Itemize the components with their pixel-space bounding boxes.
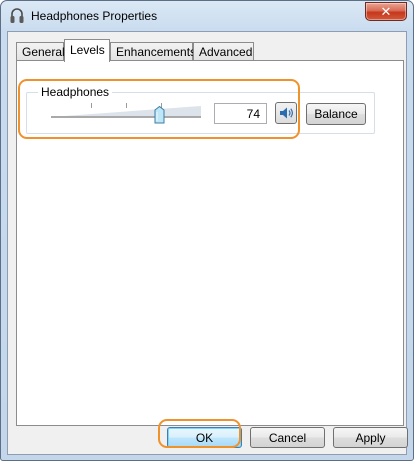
tab-general[interactable]: General bbox=[16, 42, 65, 61]
title-bar: Headphones Properties ✕ bbox=[1, 1, 413, 31]
slider-thumb[interactable] bbox=[154, 106, 165, 124]
properties-window: Headphones Properties ✕ General Levels E… bbox=[0, 0, 414, 461]
device-level-group: Headphones 74 Balance bbox=[26, 85, 375, 134]
slider-tick bbox=[91, 103, 92, 108]
balance-button[interactable]: Balance bbox=[306, 103, 366, 125]
window-title: Headphones Properties bbox=[31, 9, 158, 23]
headphones-icon bbox=[10, 8, 24, 23]
slider-tick bbox=[126, 103, 127, 108]
speaker-icon bbox=[280, 107, 293, 119]
tab-levels[interactable]: Levels bbox=[64, 39, 110, 62]
device-label: Headphones bbox=[38, 85, 113, 99]
apply-button[interactable]: Apply bbox=[333, 427, 408, 448]
mute-button[interactable] bbox=[275, 102, 297, 124]
volume-slider[interactable] bbox=[51, 103, 201, 124]
cancel-button[interactable]: Cancel bbox=[250, 427, 325, 448]
slider-track bbox=[51, 116, 201, 118]
close-button[interactable]: ✕ bbox=[365, 2, 407, 21]
tab-enhancements[interactable]: Enhancements bbox=[110, 42, 196, 61]
dialog-client-area: General Levels Enhancements Advanced Hea… bbox=[7, 31, 408, 455]
ok-button[interactable]: OK bbox=[167, 427, 242, 448]
close-icon: ✕ bbox=[380, 3, 392, 19]
tab-advanced[interactable]: Advanced bbox=[193, 42, 254, 61]
levels-tab-page: Headphones 74 Balance bbox=[16, 60, 404, 426]
volume-value-field[interactable] bbox=[214, 103, 267, 124]
